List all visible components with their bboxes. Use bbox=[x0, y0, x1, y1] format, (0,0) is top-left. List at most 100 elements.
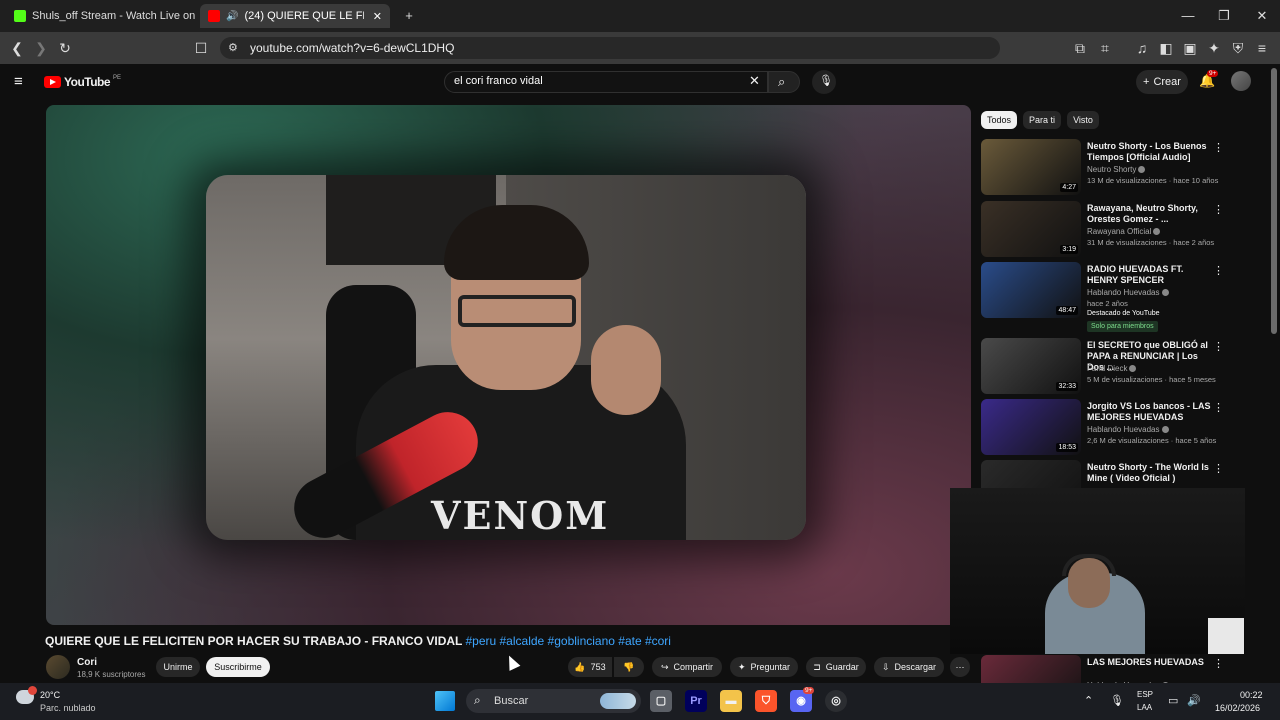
media-icon[interactable]: ♫ bbox=[1132, 38, 1152, 58]
chip-for-you[interactable]: Para ti bbox=[1023, 111, 1061, 129]
recommendation-item[interactable]: 32:33 El SECRETO que OBLIGÓ al PAPA a REN… bbox=[981, 338, 1231, 396]
show-hidden-icons[interactable]: ⌃ bbox=[1084, 694, 1093, 707]
recommendation-title[interactable]: Neutro Shorty - Los Buenos Tiempos [Offi… bbox=[1087, 141, 1212, 163]
channel-name[interactable]: Cori bbox=[77, 657, 97, 668]
url-text[interactable]: youtube.com/watch?v=6-dewCL1DHQ bbox=[250, 41, 454, 55]
recommendation-channel[interactable]: Hablando Huevadas bbox=[1087, 288, 1169, 297]
subscribe-button[interactable]: Suscribirme bbox=[206, 657, 270, 677]
recommendation-channel[interactable]: Hablando Huevadas bbox=[1087, 425, 1169, 434]
more-options-icon[interactable]: ⋮ bbox=[1213, 141, 1224, 154]
thumbs-up-icon: 👍 bbox=[574, 661, 586, 672]
lang-top[interactable]: ESP bbox=[1137, 690, 1153, 699]
recommendation-item[interactable]: 18:53 Jorgito VS Los bancos - LAS MEJORES… bbox=[981, 399, 1231, 457]
verified-icon bbox=[1138, 166, 1146, 174]
clock-date[interactable]: 16/02/2026 bbox=[1215, 703, 1260, 713]
recommendation-title[interactable]: RADIO HUEVADAS FT. HENRY SPENCER bbox=[1087, 264, 1212, 286]
save-button[interactable]: ⊐ Guardar bbox=[806, 657, 866, 677]
windows-start-icon[interactable] bbox=[435, 691, 455, 711]
weather-temp[interactable]: 20°C bbox=[40, 690, 60, 700]
thumbnail[interactable] bbox=[981, 460, 1081, 490]
recommendation-item[interactable]: 4:27 Neutro Shorty - Los Buenos Tiempos [… bbox=[981, 139, 1231, 197]
recommendation-title[interactable]: Rawayana, Neutro Shorty, Orestes Gomez -… bbox=[1087, 203, 1212, 225]
back-icon[interactable]: ❮ bbox=[7, 38, 27, 58]
clock-time[interactable]: 00:22 bbox=[1240, 690, 1263, 700]
like-button[interactable]: 👍 753 bbox=[568, 657, 612, 677]
recommendation-channel[interactable]: Rawayana Official bbox=[1087, 227, 1161, 236]
tab-kick[interactable]: Shuls_off Stream - Watch Live on Kick bbox=[6, 4, 196, 28]
recommendation-item[interactable]: 48:47 RADIO HUEVADAS FT. HENRY SPENCER Hab… bbox=[981, 262, 1231, 332]
thumbnail[interactable]: 48:47 bbox=[981, 262, 1081, 318]
extensions-icon[interactable]: ⧉ bbox=[1070, 38, 1090, 58]
close-window-button[interactable]: ✕ bbox=[1252, 6, 1272, 26]
more-options-icon[interactable]: ⋮ bbox=[1213, 340, 1224, 353]
sparkle-icon: ✦ bbox=[737, 661, 746, 672]
voice-search-button[interactable]: 🎙 bbox=[812, 70, 836, 94]
lang-bottom[interactable]: LAA bbox=[1137, 703, 1152, 712]
search-button[interactable]: ⌕ bbox=[768, 71, 800, 93]
recommendation-channel[interactable]: Farid Dieck bbox=[1087, 364, 1137, 373]
download-button[interactable]: ⇩ Descargar bbox=[874, 657, 944, 677]
vpn-icon[interactable]: ⛨ bbox=[1228, 38, 1248, 58]
recommendation-title[interactable]: Neutro Shorty - The World Is Mine ( Vide… bbox=[1087, 462, 1212, 484]
channel-avatar[interactable] bbox=[46, 655, 70, 679]
youtube-logo[interactable]: YouTube PE bbox=[44, 75, 121, 89]
file-explorer-icon[interactable]: ▬ bbox=[720, 690, 742, 712]
join-button[interactable]: Unirme bbox=[156, 657, 200, 677]
thumbnail[interactable]: 4:27 bbox=[981, 139, 1081, 195]
weather-desc[interactable]: Parc. nublado bbox=[40, 703, 96, 713]
microphone-icon: 🎙 bbox=[819, 75, 833, 87]
ask-button[interactable]: ✦ Preguntar bbox=[730, 657, 798, 677]
screenshot-icon[interactable]: ⌗ bbox=[1095, 38, 1115, 58]
share-button[interactable]: ↪ Compartir bbox=[652, 657, 722, 677]
dislike-button[interactable]: 👎 bbox=[614, 657, 644, 677]
page-scrollbar[interactable] bbox=[1271, 68, 1277, 334]
thumbnail[interactable]: 32:33 bbox=[981, 338, 1081, 394]
recommendation-title[interactable]: LAS MEJORES HUEVADAS bbox=[1087, 657, 1212, 668]
speaker-icon[interactable]: 🔊 bbox=[226, 11, 238, 22]
minimize-button[interactable]: — bbox=[1178, 6, 1198, 26]
mic-tray-icon[interactable]: 🎙 bbox=[1110, 694, 1124, 707]
video-player[interactable]: VENOM bbox=[46, 105, 971, 625]
video-hashtags[interactable]: #peru #alcalde #goblinciano #ate #cori bbox=[465, 634, 670, 648]
site-info-icon[interactable]: ⚙ bbox=[228, 41, 238, 54]
brave-browser-icon[interactable]: ⛉ bbox=[755, 690, 777, 712]
recommendation-item[interactable]: Neutro Shorty - The World Is Mine ( Vide… bbox=[981, 460, 1231, 490]
maximize-button[interactable]: ❐ bbox=[1214, 6, 1234, 26]
more-options-icon[interactable]: ⋮ bbox=[1213, 203, 1224, 216]
chip-all[interactable]: Todos bbox=[981, 111, 1017, 129]
leo-icon[interactable]: ✦ bbox=[1204, 38, 1224, 58]
account-avatar[interactable] bbox=[1231, 71, 1251, 91]
sidebar-icon[interactable]: ◧ bbox=[1156, 38, 1176, 58]
more-options-icon[interactable]: ⋮ bbox=[1213, 401, 1224, 414]
hamburger-menu-icon[interactable]: ≡ bbox=[14, 73, 23, 90]
bookmark-icon[interactable]: ☐ bbox=[191, 38, 211, 58]
chip-watched[interactable]: Visto bbox=[1067, 111, 1099, 129]
premiere-pro-icon[interactable]: Pr bbox=[685, 690, 707, 712]
recommendation-channel[interactable]: Neutro Shorty bbox=[1087, 165, 1146, 174]
more-options-icon[interactable]: ⋮ bbox=[1213, 657, 1224, 670]
forward-icon[interactable]: ❯ bbox=[31, 38, 51, 58]
wallet-icon[interactable]: ▣ bbox=[1180, 38, 1200, 58]
close-tab-icon[interactable]: ✕ bbox=[373, 10, 382, 23]
search-input[interactable] bbox=[454, 75, 734, 87]
menu-icon[interactable]: ≡ bbox=[1252, 38, 1272, 58]
youtube-play-icon bbox=[44, 76, 61, 88]
more-actions-button[interactable]: ⋯ bbox=[950, 657, 970, 677]
more-options-icon[interactable]: ⋮ bbox=[1213, 264, 1224, 277]
create-button[interactable]: + Crear bbox=[1136, 70, 1188, 94]
thumbnail[interactable]: 18:53 bbox=[981, 399, 1081, 455]
recommendation-item[interactable]: LAS MEJORES HUEVADASHablando Huevadas⋮ bbox=[981, 655, 1231, 685]
task-view-icon[interactable]: ▢ bbox=[650, 690, 672, 712]
thumbnail[interactable] bbox=[981, 655, 1081, 685]
obs-icon[interactable]: ◎ bbox=[825, 690, 847, 712]
thumbnail[interactable]: 3:19 bbox=[981, 201, 1081, 257]
tab-youtube[interactable]: 🔊 (24) QUIERE QUE LE FELICITE ✕ bbox=[200, 4, 390, 28]
reload-icon[interactable]: ↻ bbox=[55, 38, 75, 58]
more-options-icon[interactable]: ⋮ bbox=[1213, 462, 1224, 475]
display-tray-icon[interactable]: ▭ bbox=[1168, 694, 1178, 707]
clear-search-icon[interactable]: ✕ bbox=[749, 73, 760, 89]
recommendation-title[interactable]: Jorgito VS Los bancos - LAS MEJORES HUEV… bbox=[1087, 401, 1212, 423]
recommendation-item[interactable]: 3:19 Rawayana, Neutro Shorty, Orestes Gom… bbox=[981, 201, 1231, 259]
new-tab-button[interactable]: + bbox=[399, 6, 419, 26]
volume-tray-icon[interactable]: 🔊 bbox=[1187, 694, 1201, 707]
